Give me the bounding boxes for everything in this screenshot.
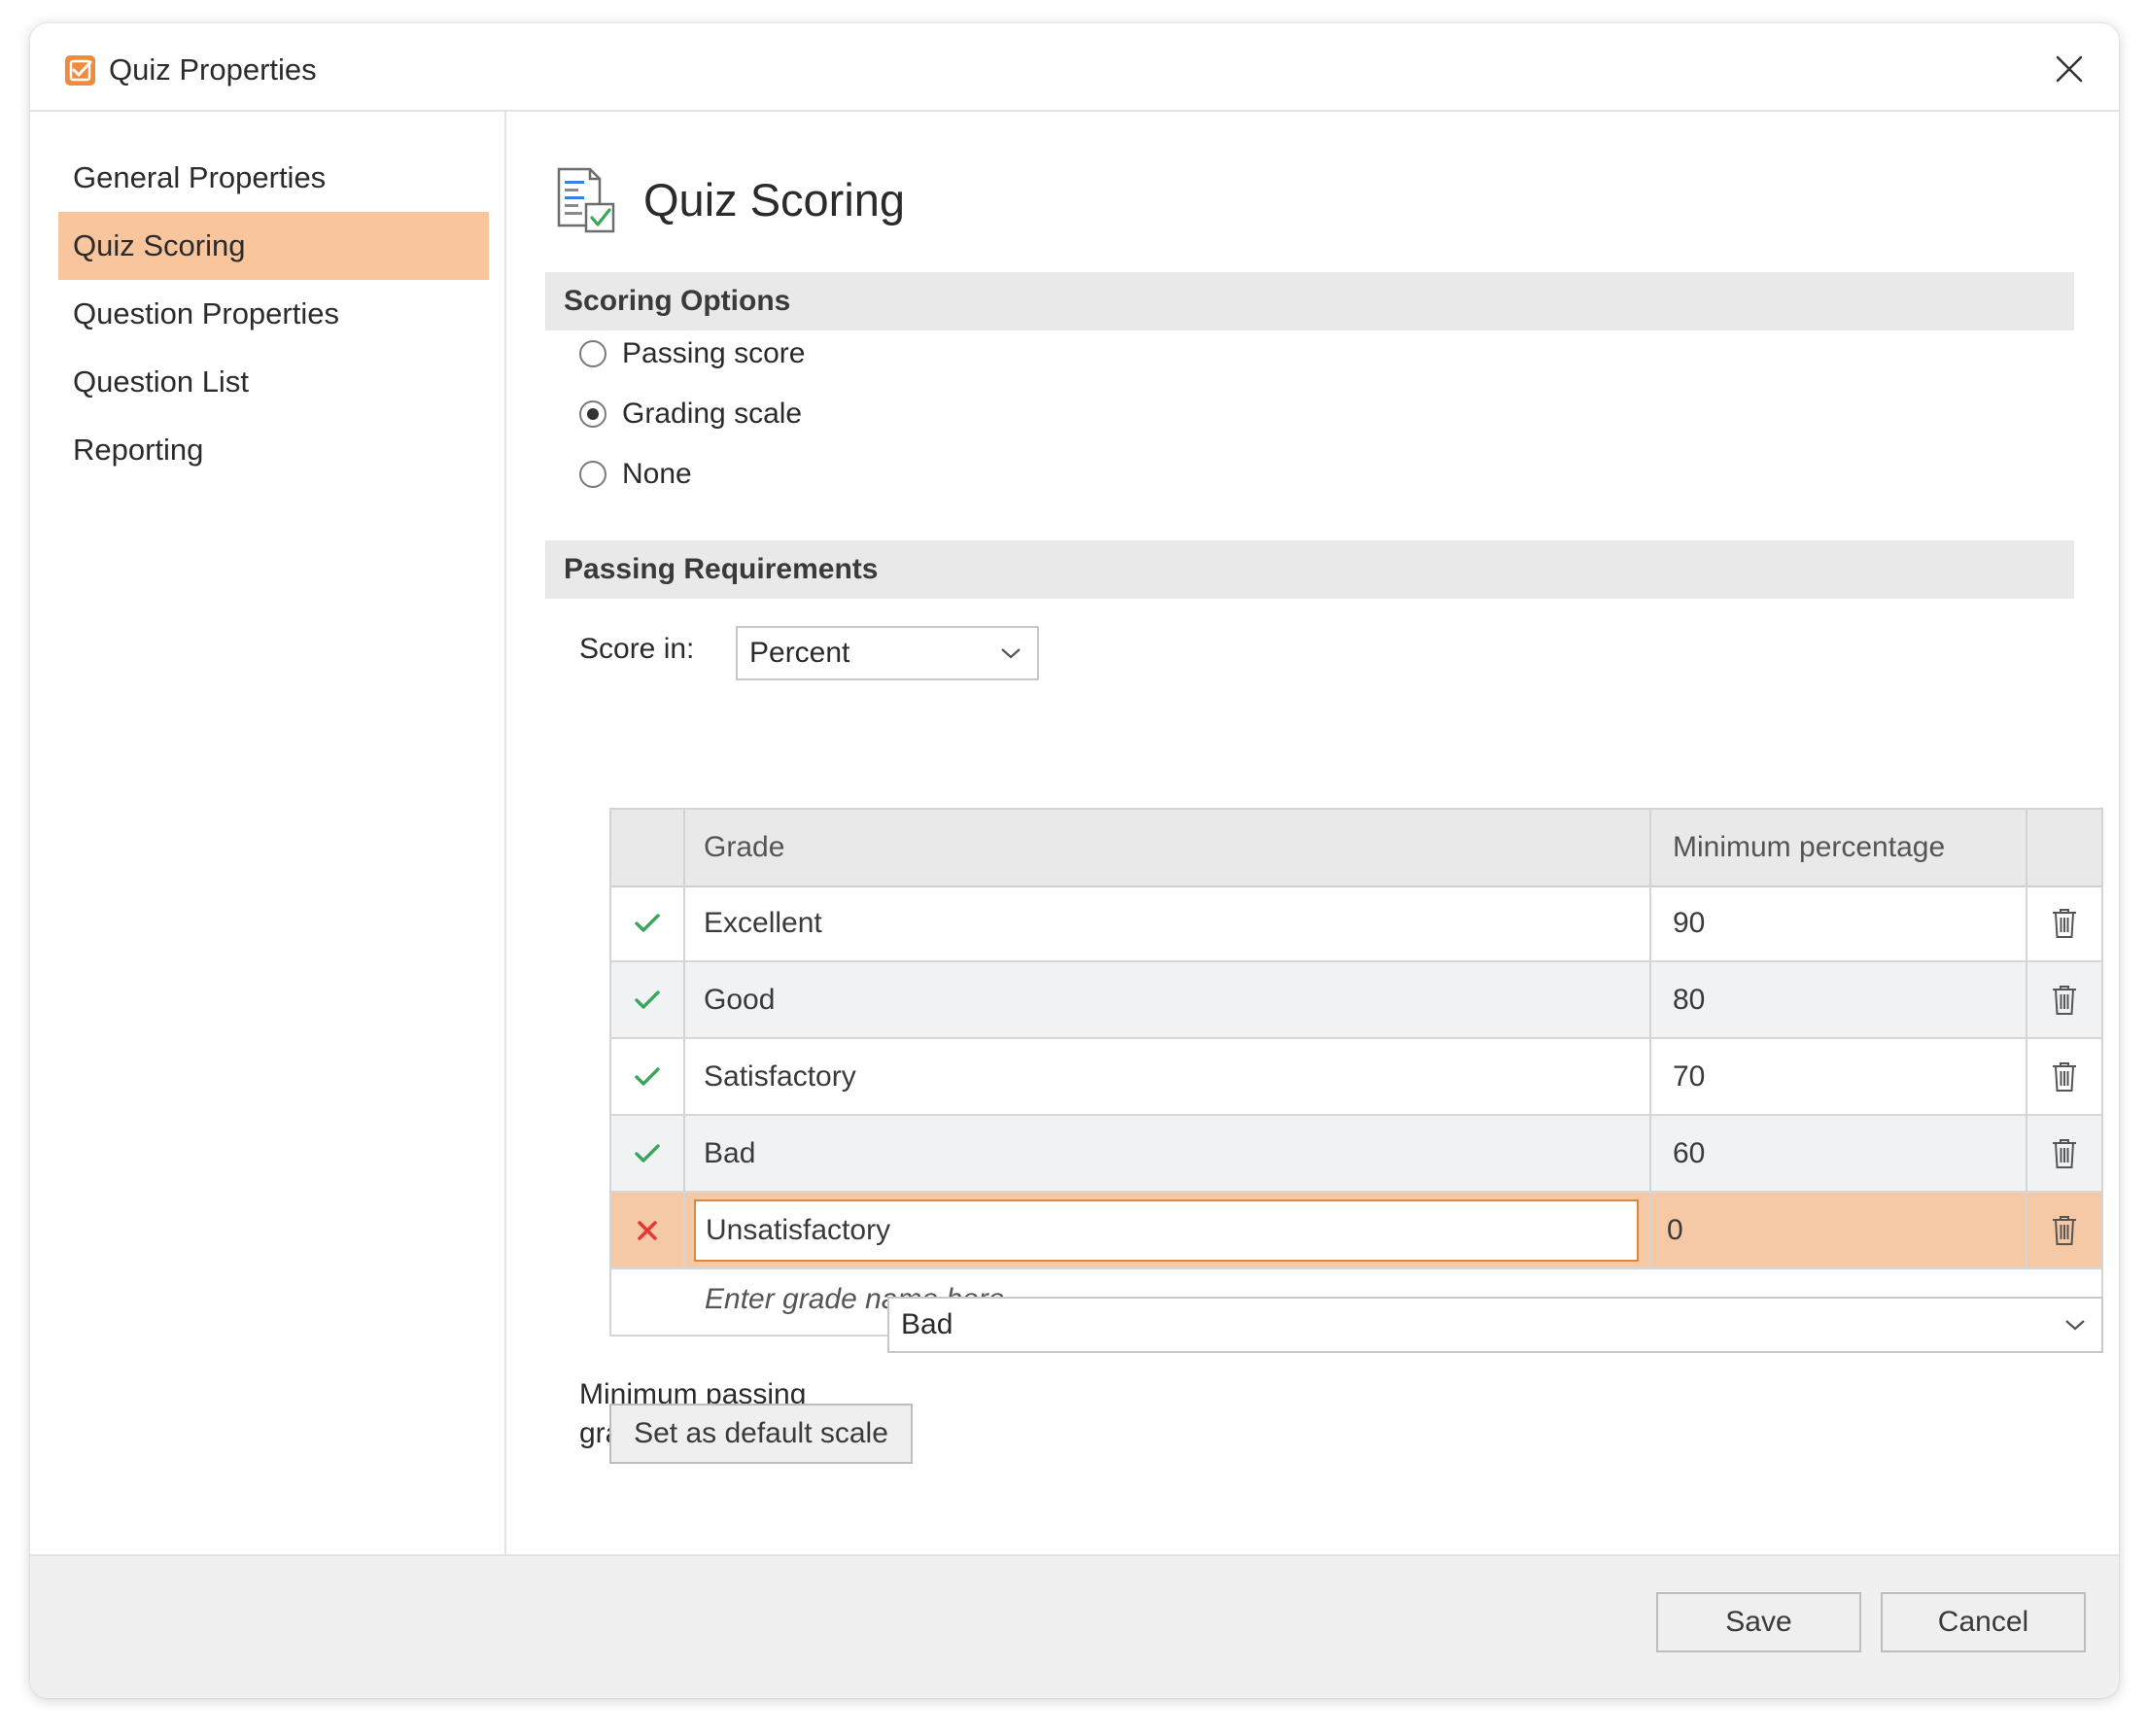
none-radio[interactable]: None xyxy=(579,453,692,496)
close-icon xyxy=(2056,55,2083,83)
page-title: Quiz Scoring xyxy=(643,174,906,226)
sidebar: General Properties Quiz Scoring Question… xyxy=(30,112,506,1554)
sidebar-item-reporting[interactable]: Reporting xyxy=(58,416,489,484)
trash-icon xyxy=(2053,985,2076,1015)
window-title: Quiz Properties xyxy=(109,52,317,87)
delete-row-button[interactable] xyxy=(2027,962,2101,1037)
trash-icon xyxy=(2053,1215,2076,1245)
table-header: Grade Minimum percentage xyxy=(611,810,2101,887)
table-row-selected[interactable]: Unsatisfactory 0 xyxy=(611,1193,2101,1269)
title-bar: Quiz Properties xyxy=(30,23,2119,112)
min-percentage-cell[interactable]: 80 xyxy=(1651,962,2027,1037)
scoring-options-header: Scoring Options xyxy=(545,272,2074,330)
close-button[interactable] xyxy=(2045,45,2094,93)
set-default-scale-button[interactable]: Set as default scale xyxy=(609,1404,913,1464)
delete-row-button[interactable] xyxy=(2027,1116,2101,1191)
radio-label: None xyxy=(622,458,692,490)
grade-cell[interactable]: Good xyxy=(685,962,1651,1037)
save-button[interactable]: Save xyxy=(1656,1592,1861,1652)
cancel-button[interactable]: Cancel xyxy=(1881,1592,2086,1652)
pass-check-icon xyxy=(611,885,685,960)
grading-scale-radio[interactable]: Grading scale xyxy=(579,393,802,435)
table-row[interactable]: Bad 60 xyxy=(611,1116,2101,1193)
radio-button[interactable] xyxy=(579,461,606,488)
header-minimum-percentage: Minimum percentage xyxy=(1651,810,2027,885)
radio-label: Passing score xyxy=(622,337,806,369)
sidebar-item-question-list[interactable]: Question List xyxy=(58,348,489,416)
radio-button[interactable] xyxy=(579,340,606,367)
minimum-passing-grade-value: Bad xyxy=(901,1308,953,1340)
grade-cell[interactable]: Bad xyxy=(685,1116,1651,1191)
chevron-down-icon xyxy=(1001,648,1021,659)
min-percentage-cell[interactable]: 90 xyxy=(1651,885,2027,960)
fail-x-icon xyxy=(611,1193,685,1267)
passing-requirements-header: Passing Requirements xyxy=(545,540,2074,599)
table-row[interactable]: Satisfactory 70 xyxy=(611,1039,2101,1116)
table-row[interactable]: Excellent 90 xyxy=(611,885,2101,962)
pass-check-icon xyxy=(611,1039,685,1114)
delete-row-button[interactable] xyxy=(2027,885,2101,960)
pass-check-icon xyxy=(611,962,685,1037)
trash-icon xyxy=(2053,1061,2076,1092)
score-in-value: Percent xyxy=(749,637,850,669)
content-panel: Quiz Scoring Scoring Options Passing sco… xyxy=(506,112,2119,1554)
min-percentage-cell[interactable]: 60 xyxy=(1651,1116,2027,1191)
grade-table: Grade Minimum percentage Excellent 90 Go… xyxy=(609,808,2103,1337)
sidebar-item-quiz-scoring[interactable]: Quiz Scoring xyxy=(58,212,489,280)
sidebar-item-general-properties[interactable]: General Properties xyxy=(58,144,489,212)
delete-row-button[interactable] xyxy=(2027,1039,2101,1114)
grade-cell[interactable]: Unsatisfactory xyxy=(685,1193,1651,1267)
trash-icon xyxy=(2053,1138,2076,1168)
header-grade: Grade xyxy=(685,810,1651,885)
header-actions-cell xyxy=(2027,810,2101,885)
trash-icon xyxy=(2053,908,2076,938)
checkbox-icon xyxy=(65,55,95,86)
header-status-cell xyxy=(611,810,685,885)
grade-cell[interactable]: Excellent xyxy=(685,885,1651,960)
footer: Save Cancel xyxy=(30,1554,2119,1698)
document-check-icon xyxy=(557,167,615,233)
grade-name-input[interactable]: Unsatisfactory xyxy=(694,1198,1639,1262)
radio-label: Grading scale xyxy=(622,398,803,430)
passing-score-radio[interactable]: Passing score xyxy=(579,332,805,375)
chevron-down-icon xyxy=(2065,1320,2085,1331)
minimum-passing-grade-select[interactable]: Bad xyxy=(887,1297,2103,1353)
score-in-label: Score in: xyxy=(579,633,695,665)
radio-button[interactable] xyxy=(579,400,606,428)
quiz-properties-dialog: Quiz Properties General Properties Quiz … xyxy=(30,23,2119,1698)
pass-check-icon xyxy=(611,1116,685,1191)
delete-row-button[interactable] xyxy=(2027,1193,2101,1267)
sidebar-item-question-properties[interactable]: Question Properties xyxy=(58,280,489,348)
grade-cell[interactable]: Satisfactory xyxy=(685,1039,1651,1114)
min-percentage-cell[interactable]: 70 xyxy=(1651,1039,2027,1114)
min-percentage-cell[interactable]: 0 xyxy=(1651,1193,2027,1267)
score-in-select[interactable]: Percent xyxy=(736,626,1039,680)
table-row[interactable]: Good 80 xyxy=(611,962,2101,1039)
